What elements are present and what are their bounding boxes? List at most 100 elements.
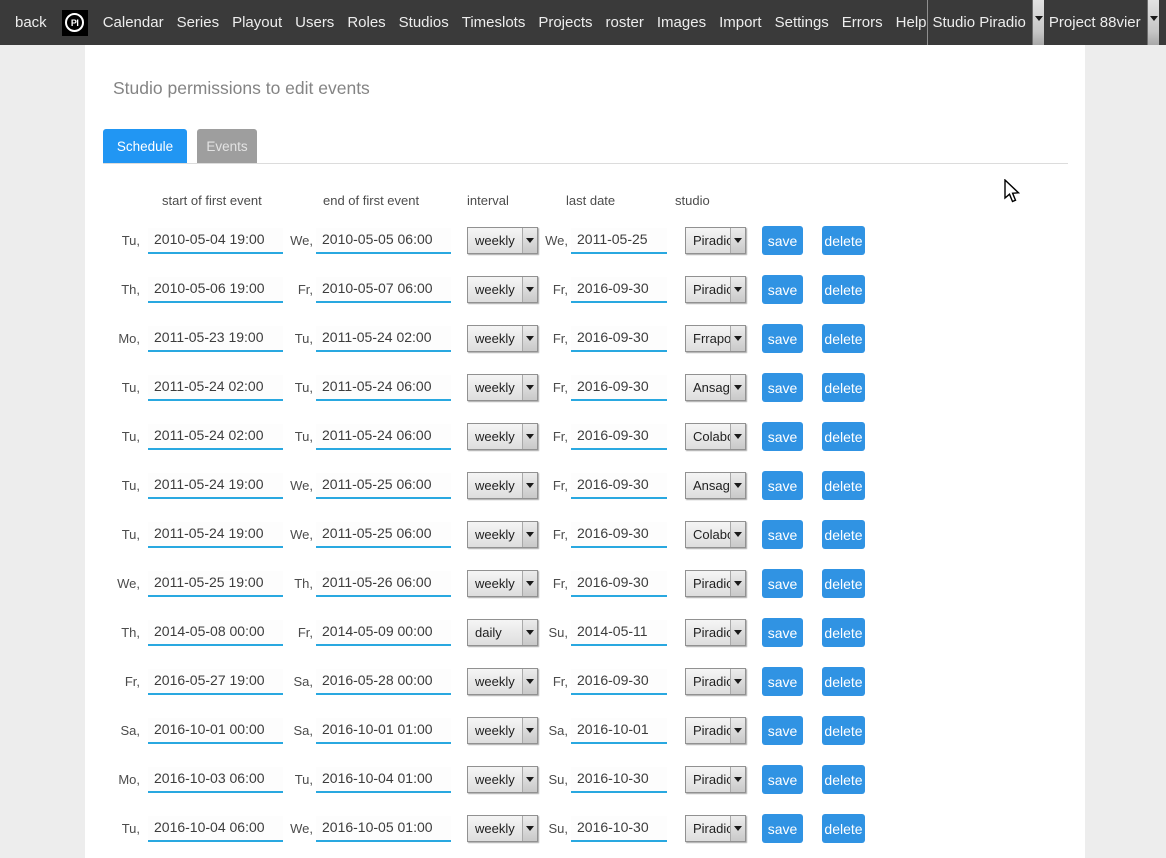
studio-row-select[interactable]: Piradio bbox=[685, 717, 746, 744]
end-datetime-input[interactable] bbox=[316, 326, 451, 352]
studio-row-select[interactable]: Colabo bbox=[685, 423, 746, 450]
interval-select[interactable]: weekly bbox=[467, 521, 538, 548]
interval-select[interactable]: weekly bbox=[467, 766, 538, 793]
studio-row-select[interactable]: Ansage bbox=[685, 374, 746, 401]
start-datetime-input[interactable] bbox=[148, 473, 283, 499]
start-datetime-input[interactable] bbox=[148, 718, 283, 744]
nav-item-studios[interactable]: Studios bbox=[399, 14, 449, 31]
interval-select[interactable]: weekly bbox=[467, 325, 538, 352]
nav-item-help[interactable]: Help bbox=[896, 14, 927, 31]
start-datetime-input[interactable] bbox=[148, 669, 283, 695]
studio-row-select[interactable]: Piradio bbox=[685, 227, 746, 254]
last-date-input[interactable] bbox=[571, 718, 667, 744]
delete-button[interactable]: delete bbox=[822, 716, 865, 745]
piradio-logo-icon[interactable]: PI bbox=[62, 10, 88, 36]
start-datetime-input[interactable] bbox=[148, 424, 283, 450]
start-datetime-input[interactable] bbox=[148, 277, 283, 303]
end-datetime-input[interactable] bbox=[316, 522, 451, 548]
start-datetime-input[interactable] bbox=[148, 228, 283, 254]
last-date-input[interactable] bbox=[571, 620, 667, 646]
studio-row-select[interactable]: Piradio bbox=[685, 276, 746, 303]
last-date-input[interactable] bbox=[571, 375, 667, 401]
nav-item-calendar[interactable]: Calendar bbox=[103, 14, 164, 31]
interval-select[interactable]: daily bbox=[467, 619, 538, 646]
end-datetime-input[interactable] bbox=[316, 277, 451, 303]
last-date-input[interactable] bbox=[571, 424, 667, 450]
delete-button[interactable]: delete bbox=[822, 226, 865, 255]
nav-item-roster[interactable]: roster bbox=[606, 14, 644, 31]
back-button[interactable]: back bbox=[15, 14, 47, 31]
end-datetime-input[interactable] bbox=[316, 424, 451, 450]
start-datetime-input[interactable] bbox=[148, 767, 283, 793]
last-date-input[interactable] bbox=[571, 669, 667, 695]
delete-button[interactable]: delete bbox=[822, 275, 865, 304]
save-button[interactable]: save bbox=[762, 275, 803, 304]
save-button[interactable]: save bbox=[762, 814, 803, 843]
delete-button[interactable]: delete bbox=[822, 373, 865, 402]
studio-row-select[interactable]: Frrapo bbox=[685, 325, 746, 352]
nav-item-playout[interactable]: Playout bbox=[232, 14, 282, 31]
studio-select-dropdown-icon[interactable] bbox=[1032, 0, 1044, 45]
interval-select[interactable]: weekly bbox=[467, 423, 538, 450]
end-datetime-input[interactable] bbox=[316, 375, 451, 401]
nav-item-import[interactable]: Import bbox=[719, 14, 762, 31]
interval-select[interactable]: weekly bbox=[467, 374, 538, 401]
end-datetime-input[interactable] bbox=[316, 473, 451, 499]
delete-button[interactable]: delete bbox=[822, 814, 865, 843]
interval-select[interactable]: weekly bbox=[467, 472, 538, 499]
project-select[interactable]: Project 88vier bbox=[1044, 0, 1159, 45]
start-datetime-input[interactable] bbox=[148, 816, 283, 842]
nav-item-users[interactable]: Users bbox=[295, 14, 334, 31]
end-datetime-input[interactable] bbox=[316, 767, 451, 793]
last-date-input[interactable] bbox=[571, 571, 667, 597]
studio-row-select[interactable]: Piradio bbox=[685, 815, 746, 842]
end-datetime-input[interactable] bbox=[316, 718, 451, 744]
delete-button[interactable]: delete bbox=[822, 520, 865, 549]
studio-row-select[interactable]: Colabo bbox=[685, 521, 746, 548]
delete-button[interactable]: delete bbox=[822, 618, 865, 647]
nav-item-timeslots[interactable]: Timeslots bbox=[462, 14, 526, 31]
interval-select[interactable]: weekly bbox=[467, 276, 538, 303]
last-date-input[interactable] bbox=[571, 816, 667, 842]
nav-item-errors[interactable]: Errors bbox=[842, 14, 883, 31]
end-datetime-input[interactable] bbox=[316, 669, 451, 695]
nav-item-series[interactable]: Series bbox=[177, 14, 220, 31]
save-button[interactable]: save bbox=[762, 716, 803, 745]
interval-select[interactable]: weekly bbox=[467, 227, 538, 254]
end-datetime-input[interactable] bbox=[316, 228, 451, 254]
tab-events[interactable]: Events bbox=[197, 129, 257, 164]
last-date-input[interactable] bbox=[571, 228, 667, 254]
nav-item-settings[interactable]: Settings bbox=[775, 14, 829, 31]
save-button[interactable]: save bbox=[762, 471, 803, 500]
studio-row-select[interactable]: Piradio bbox=[685, 619, 746, 646]
last-date-input[interactable] bbox=[571, 473, 667, 499]
delete-button[interactable]: delete bbox=[822, 471, 865, 500]
save-button[interactable]: save bbox=[762, 226, 803, 255]
start-datetime-input[interactable] bbox=[148, 522, 283, 548]
last-date-input[interactable] bbox=[571, 277, 667, 303]
end-datetime-input[interactable] bbox=[316, 816, 451, 842]
start-datetime-input[interactable] bbox=[148, 375, 283, 401]
end-datetime-input[interactable] bbox=[316, 571, 451, 597]
save-button[interactable]: save bbox=[762, 520, 803, 549]
end-datetime-input[interactable] bbox=[316, 620, 451, 646]
studio-row-select[interactable]: Ansage bbox=[685, 472, 746, 499]
delete-button[interactable]: delete bbox=[822, 324, 865, 353]
tab-schedule[interactable]: Schedule bbox=[103, 129, 187, 164]
save-button[interactable]: save bbox=[762, 618, 803, 647]
interval-select[interactable]: weekly bbox=[467, 717, 538, 744]
save-button[interactable]: save bbox=[762, 373, 803, 402]
save-button[interactable]: save bbox=[762, 569, 803, 598]
nav-item-images[interactable]: Images bbox=[657, 14, 706, 31]
delete-button[interactable]: delete bbox=[822, 422, 865, 451]
last-date-input[interactable] bbox=[571, 522, 667, 548]
last-date-input[interactable] bbox=[571, 326, 667, 352]
nav-item-projects[interactable]: Projects bbox=[538, 14, 592, 31]
start-datetime-input[interactable] bbox=[148, 326, 283, 352]
start-datetime-input[interactable] bbox=[148, 571, 283, 597]
studio-row-select[interactable]: Piradio bbox=[685, 668, 746, 695]
nav-item-roles[interactable]: Roles bbox=[347, 14, 385, 31]
last-date-input[interactable] bbox=[571, 767, 667, 793]
interval-select[interactable]: weekly bbox=[467, 815, 538, 842]
delete-button[interactable]: delete bbox=[822, 569, 865, 598]
